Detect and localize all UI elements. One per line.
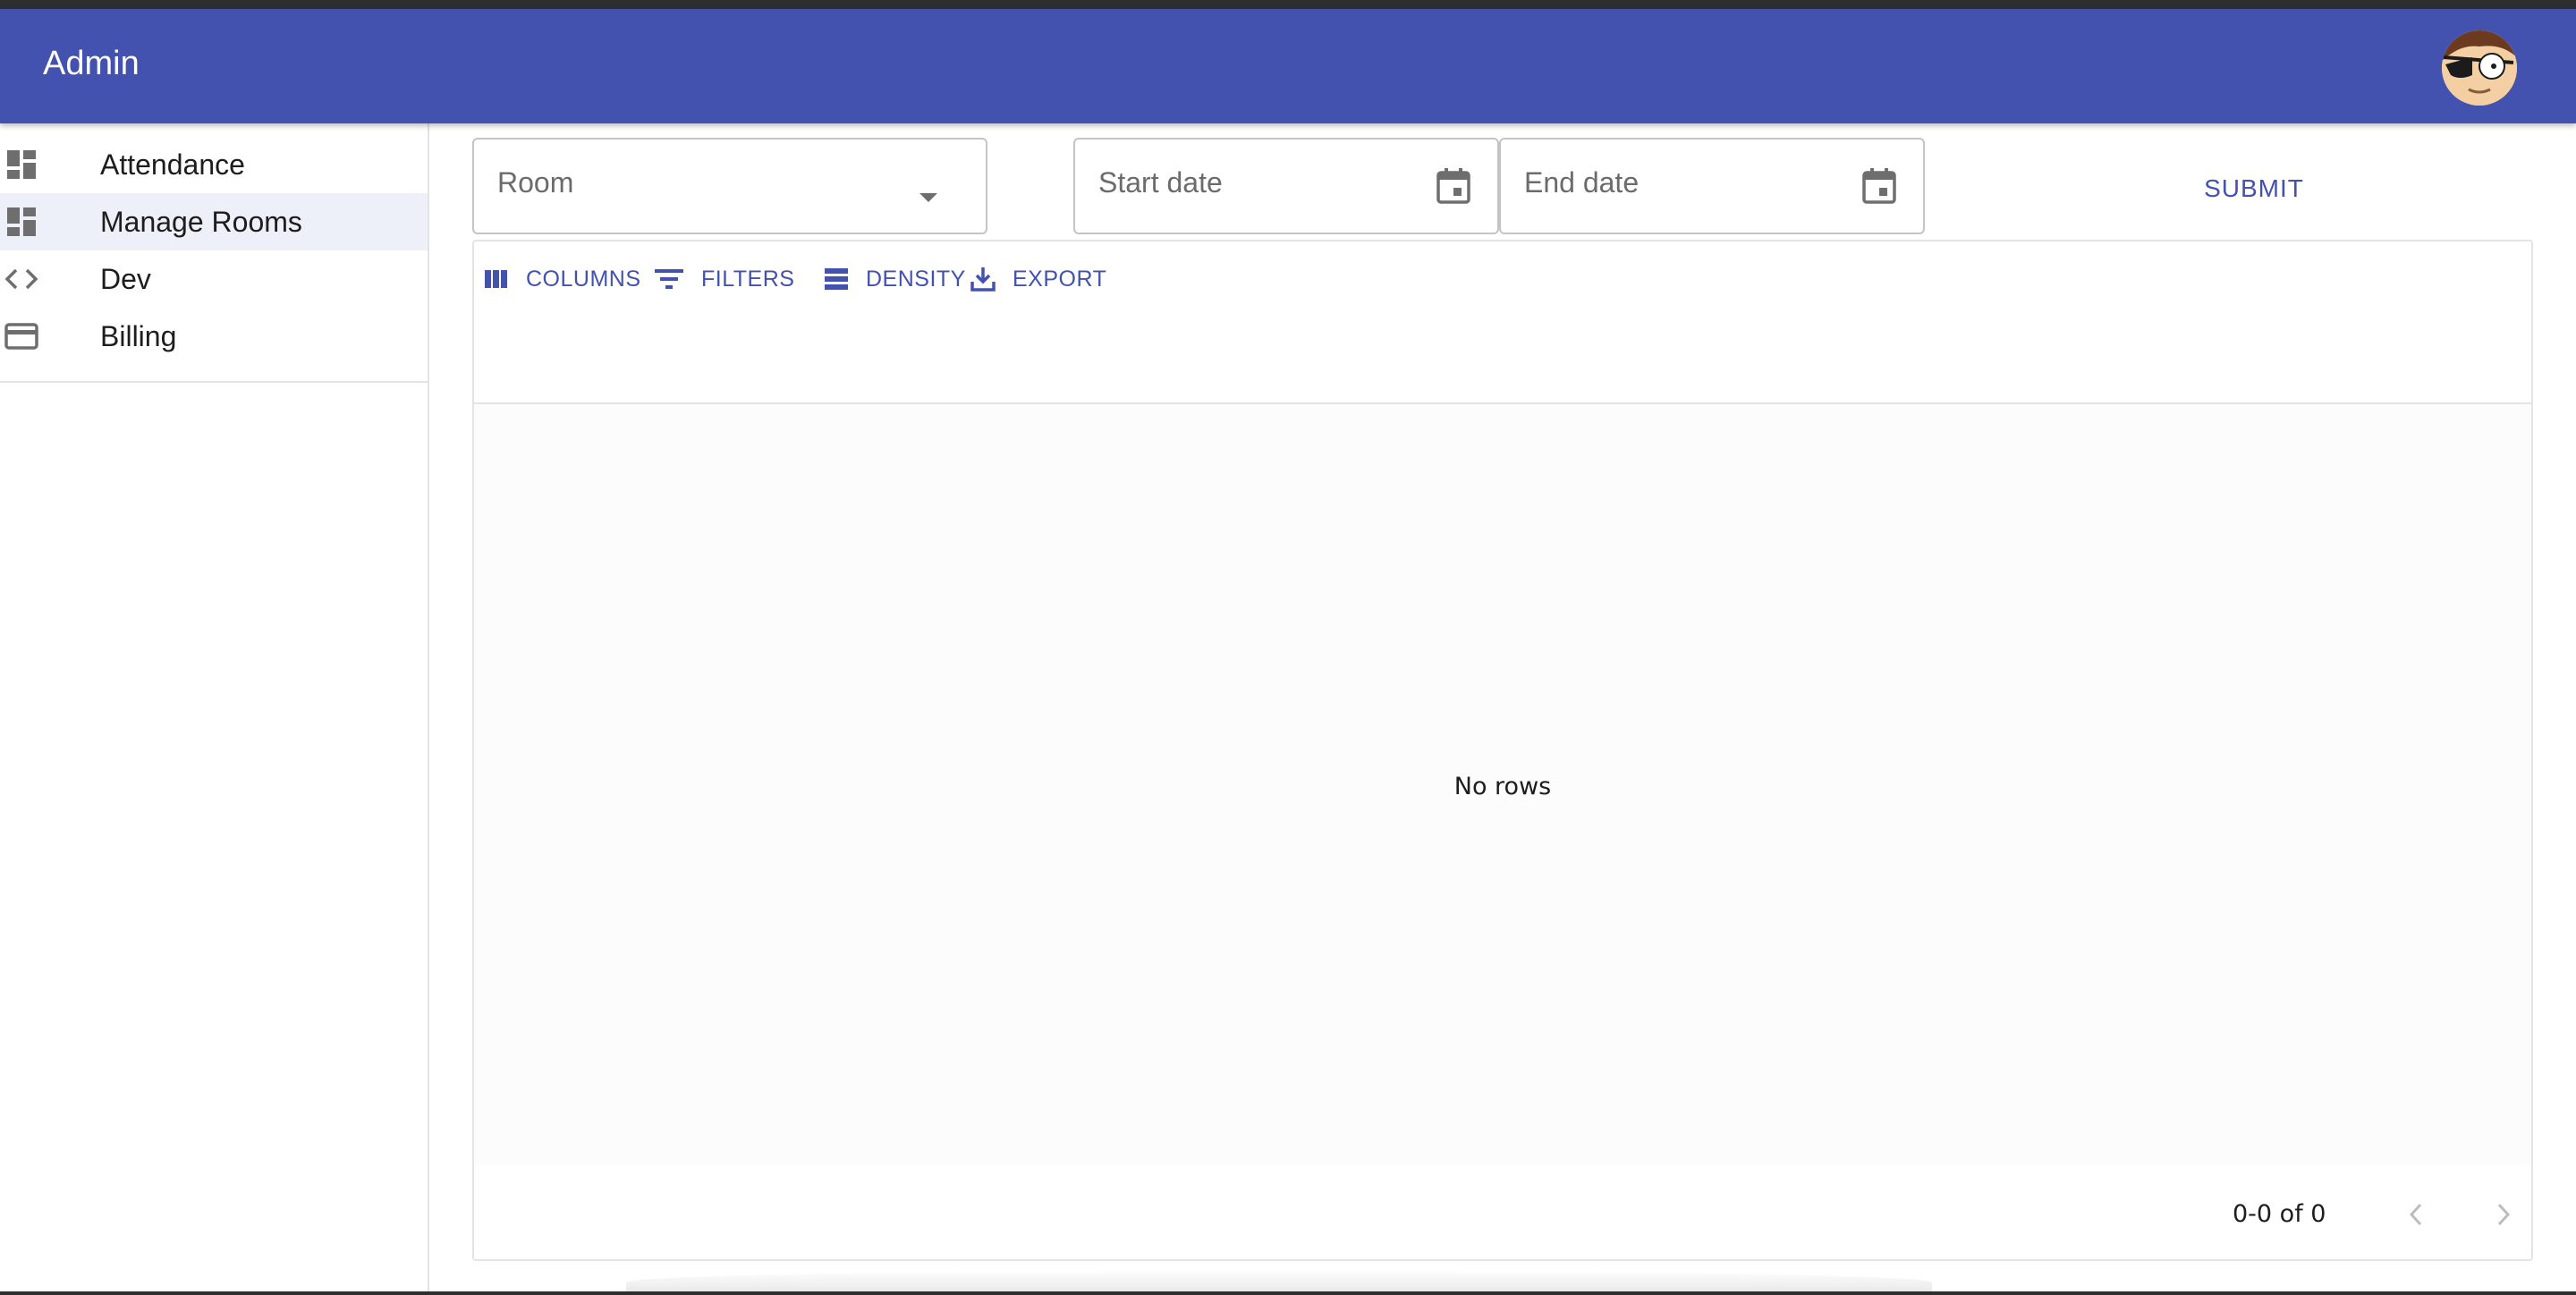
sidebar-item-manage-rooms[interactable]: Manage Rooms xyxy=(0,193,428,250)
sidebar-divider xyxy=(0,381,428,383)
density-icon xyxy=(825,268,848,290)
sidebar-item-label: Manage Rooms xyxy=(100,206,302,238)
dashboard-icon xyxy=(4,206,39,238)
submit-button[interactable]: SUBMIT xyxy=(2182,166,2326,211)
credit-card-icon xyxy=(4,320,39,352)
app-bar: Admin xyxy=(0,9,2576,123)
app-title: Admin xyxy=(43,45,140,82)
code-icon xyxy=(4,263,39,295)
window-top-border xyxy=(0,0,2576,9)
columns-icon xyxy=(485,270,507,288)
export-button[interactable]: EXPORT xyxy=(970,261,1106,297)
filter-icon xyxy=(655,269,683,289)
no-rows-message: No rows xyxy=(1453,773,1552,800)
end-date-label: End date xyxy=(1524,166,1640,199)
columns-button[interactable]: COLUMNS xyxy=(483,261,641,297)
columns-label: COLUMNS xyxy=(526,266,641,292)
sidebar-item-attendance[interactable]: Attendance xyxy=(0,136,428,193)
filters-button[interactable]: FILTERS xyxy=(653,261,794,297)
room-select-label: Room xyxy=(497,166,574,199)
sidebar: Attendance Manage Rooms Dev Billing xyxy=(0,123,429,1295)
start-date-label: Start date xyxy=(1098,166,1223,199)
sidebar-item-dev[interactable]: Dev xyxy=(0,250,428,308)
sidebar-item-label: Attendance xyxy=(100,148,245,181)
room-select[interactable]: Room xyxy=(472,138,987,234)
chevron-left-icon xyxy=(2409,1203,2422,1226)
density-label: DENSITY xyxy=(866,266,966,292)
data-grid: COLUMNS FILTERS DENSITY EXPORT No rows 0… xyxy=(472,240,2533,1261)
avatar-icon xyxy=(2442,30,2517,106)
density-button[interactable]: DENSITY xyxy=(823,261,966,297)
sidebar-item-billing[interactable]: Billing xyxy=(0,308,428,365)
previous-page-button[interactable] xyxy=(2397,1195,2436,1234)
calendar-icon[interactable] xyxy=(1435,166,1472,210)
dashboard-icon xyxy=(4,148,39,181)
sidebar-item-label: Billing xyxy=(100,320,177,352)
pagination-range: 0-0 of 0 xyxy=(2233,1200,2326,1228)
start-date-field[interactable]: Start date xyxy=(1073,138,1499,234)
next-page-button[interactable] xyxy=(2483,1195,2522,1234)
user-avatar[interactable] xyxy=(2442,30,2517,106)
filters-label: FILTERS xyxy=(701,266,795,292)
sidebar-item-label: Dev xyxy=(100,263,151,295)
dropdown-arrow-icon xyxy=(918,191,939,208)
end-date-field[interactable]: End date xyxy=(1499,138,1925,234)
window-bottom-border xyxy=(0,1291,2576,1295)
export-label: EXPORT xyxy=(1013,266,1107,292)
calendar-icon[interactable] xyxy=(1860,166,1898,210)
chevron-right-icon xyxy=(2497,1203,2511,1226)
download-icon xyxy=(970,267,996,292)
